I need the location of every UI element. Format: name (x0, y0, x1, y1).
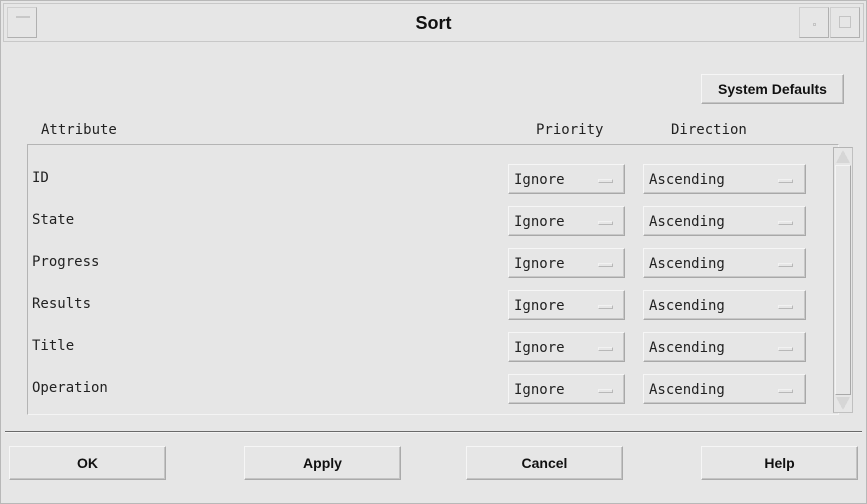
direction-value: Ascending (649, 214, 725, 230)
direction-option-menu[interactable]: Ascending (643, 206, 806, 236)
attribute-label: ID (32, 170, 49, 186)
minimize-icon (813, 23, 816, 26)
direction-value: Ascending (649, 172, 725, 188)
list-item: Progress Ignore Ascending (28, 242, 818, 284)
option-menu-indicator-icon (778, 221, 793, 225)
attribute-label: Results (32, 296, 92, 312)
direction-value: Ascending (649, 382, 725, 398)
priority-option-menu[interactable]: Ignore (508, 290, 625, 320)
option-menu-indicator-icon (778, 179, 793, 183)
option-menu-indicator-icon (778, 305, 793, 309)
direction-option-menu[interactable]: Ascending (643, 374, 806, 404)
priority-value: Ignore (514, 214, 565, 230)
priority-option-menu[interactable]: Ignore (508, 248, 625, 278)
direction-value: Ascending (649, 298, 725, 314)
list-item: Operation Ignore Ascending (28, 368, 818, 410)
minimize-button[interactable] (799, 7, 829, 38)
priority-option-menu[interactable]: Ignore (508, 332, 625, 362)
option-menu-indicator-icon (598, 263, 613, 267)
priority-option-menu[interactable]: Ignore (508, 374, 625, 404)
attribute-label: State (32, 212, 75, 228)
list-item: ID Ignore Ascending (28, 158, 818, 200)
direction-option-menu[interactable]: Ascending (643, 332, 806, 362)
priority-option-menu[interactable]: Ignore (508, 206, 625, 236)
direction-column-header: Direction (671, 122, 747, 138)
priority-value: Ignore (514, 172, 565, 188)
list-item: State Ignore Ascending (28, 200, 818, 242)
priority-value: Ignore (514, 256, 565, 272)
priority-value: Ignore (514, 298, 565, 314)
direction-value: Ascending (649, 340, 725, 356)
apply-button[interactable]: Apply (244, 446, 401, 480)
title-bar[interactable]: Sort (3, 3, 864, 42)
sort-dialog-window: Sort System Defaults Attribute Priority … (0, 0, 867, 504)
option-menu-indicator-icon (598, 221, 613, 225)
attribute-label: Progress (32, 254, 100, 270)
option-menu-indicator-icon (778, 389, 793, 393)
scroll-down-arrow-icon[interactable] (836, 397, 850, 410)
ok-button[interactable]: OK (9, 446, 166, 480)
list-item: Title Ignore Ascending (28, 326, 818, 368)
scroll-thumb[interactable] (835, 165, 851, 395)
direction-option-menu[interactable]: Ascending (643, 164, 806, 194)
attribute-label: Operation (32, 380, 108, 396)
direction-option-menu[interactable]: Ascending (643, 290, 806, 320)
scroll-up-arrow-icon[interactable] (836, 150, 850, 163)
maximize-icon (839, 16, 851, 28)
direction-value: Ascending (649, 256, 725, 272)
option-menu-indicator-icon (598, 347, 613, 351)
system-defaults-button[interactable]: System Defaults (701, 74, 844, 104)
help-button[interactable]: Help (701, 446, 858, 480)
priority-value: Ignore (514, 382, 565, 398)
priority-value: Ignore (514, 340, 565, 356)
option-menu-indicator-icon (778, 347, 793, 351)
option-menu-indicator-icon (598, 389, 613, 393)
priority-column-header: Priority (536, 122, 604, 138)
attribute-label: Title (32, 338, 75, 354)
attribute-column-header: Attribute (41, 122, 117, 138)
cancel-button[interactable]: Cancel (466, 446, 623, 480)
button-separator (5, 431, 862, 433)
list-item: Results Ignore Ascending (28, 284, 818, 326)
option-menu-indicator-icon (598, 179, 613, 183)
priority-option-menu[interactable]: Ignore (508, 164, 625, 194)
sort-attribute-list: ID Ignore Ascending State Ignore Ascendi… (27, 144, 839, 415)
maximize-button[interactable] (830, 7, 860, 38)
direction-option-menu[interactable]: Ascending (643, 248, 806, 278)
window-title: Sort (415, 13, 452, 33)
vertical-scrollbar[interactable] (833, 147, 853, 413)
option-menu-indicator-icon (598, 305, 613, 309)
option-menu-indicator-icon (778, 263, 793, 267)
